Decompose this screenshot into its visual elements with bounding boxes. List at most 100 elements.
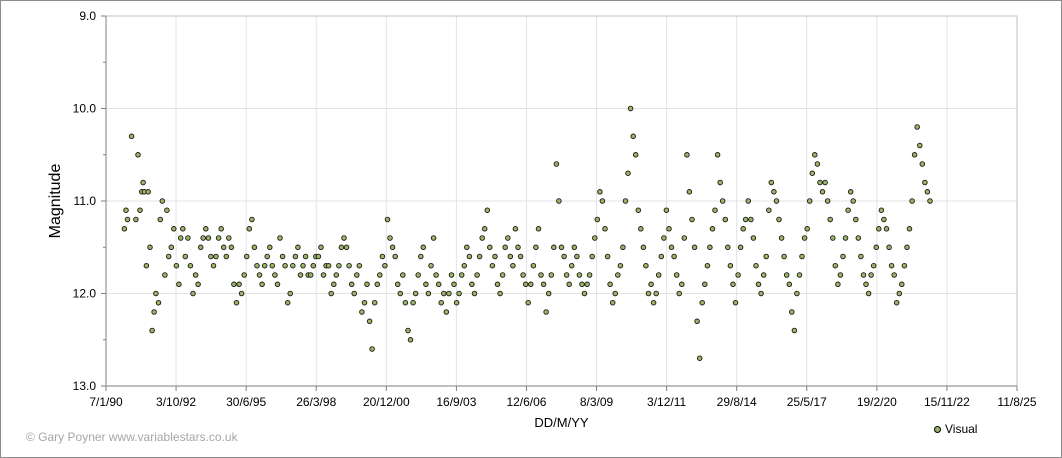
data-point	[707, 244, 713, 251]
data-point	[492, 253, 498, 260]
data-point	[904, 244, 910, 251]
data-point	[922, 179, 928, 186]
data-point	[497, 290, 503, 297]
data-point	[778, 235, 785, 241]
data-point	[451, 281, 457, 288]
data-point	[607, 281, 613, 288]
data-point	[369, 346, 375, 352]
data-point	[243, 253, 250, 260]
data-point	[581, 290, 588, 297]
data-point	[292, 253, 299, 260]
data-point	[617, 262, 624, 269]
data-point	[348, 281, 355, 288]
data-point	[620, 244, 626, 251]
data-point	[246, 226, 253, 232]
data-point	[592, 235, 598, 241]
data-point	[423, 281, 429, 288]
data-point	[927, 198, 933, 204]
data-point	[876, 226, 882, 232]
data-point	[282, 262, 288, 269]
data-point	[696, 355, 703, 361]
data-point	[433, 272, 439, 278]
data-point	[151, 309, 157, 315]
data-point	[760, 272, 767, 278]
x-tick-label: 3/10/92	[156, 395, 196, 409]
data-point	[307, 272, 314, 278]
data-point	[200, 235, 206, 241]
data-point	[171, 226, 177, 232]
data-point	[612, 290, 618, 297]
data-point	[228, 244, 235, 251]
data-point	[354, 272, 360, 278]
data-point	[135, 152, 141, 158]
data-point	[691, 244, 698, 251]
data-point	[494, 281, 501, 288]
data-point	[336, 262, 342, 269]
data-point	[676, 290, 682, 297]
data-point	[796, 272, 803, 278]
data-point	[899, 281, 905, 288]
data-point	[719, 198, 726, 204]
data-point	[865, 290, 872, 297]
data-point	[812, 152, 818, 158]
data-point	[579, 281, 585, 288]
data-point	[568, 262, 575, 269]
data-point	[520, 272, 526, 278]
data-point	[238, 290, 245, 297]
data-point	[394, 281, 401, 288]
data-point	[750, 235, 757, 241]
data-point	[686, 189, 693, 195]
data-point	[653, 290, 659, 297]
data-point	[461, 262, 468, 269]
data-point	[809, 170, 816, 176]
data-point	[538, 272, 544, 278]
x-tick-labels: 7/1/90 3/10/92 30/6/95 26/3/98 20/12/00 16/9/…	[89, 395, 1037, 409]
x-tick-label: 15/11/22	[924, 395, 970, 409]
data-point	[218, 226, 224, 232]
data-point	[187, 262, 194, 269]
data-point	[397, 290, 404, 297]
data-point	[781, 253, 787, 260]
data-point	[346, 262, 352, 269]
data-point	[428, 262, 434, 269]
data-point	[155, 299, 162, 306]
data-point	[551, 244, 557, 251]
data-point	[855, 235, 862, 241]
data-point	[159, 198, 166, 204]
data-point	[220, 244, 227, 251]
data-point	[553, 161, 560, 167]
data-point	[530, 262, 537, 269]
data-point	[364, 281, 370, 288]
data-point	[650, 299, 657, 306]
data-point	[684, 152, 690, 158]
data-point	[165, 253, 172, 260]
data-point	[543, 309, 549, 315]
data-point	[853, 216, 859, 223]
data-point	[264, 253, 270, 260]
x-tick-label: 7/1/90	[89, 395, 123, 409]
data-point	[415, 272, 421, 278]
data-point	[722, 216, 729, 223]
data-point	[176, 281, 182, 288]
data-point	[185, 235, 191, 241]
data-point	[341, 235, 347, 241]
x-tick-label: 8/3/09	[580, 395, 614, 409]
data-point	[231, 281, 237, 288]
x-tick-label: 30/6/95	[226, 395, 266, 409]
data-point	[786, 281, 793, 288]
data-point	[215, 235, 222, 241]
data-point	[658, 253, 665, 260]
data-point	[671, 253, 677, 260]
data-point	[371, 299, 378, 306]
data-point	[632, 152, 639, 158]
data-point	[366, 318, 373, 325]
x-tick-label: 12/6/06	[506, 395, 546, 409]
data-point	[208, 253, 214, 260]
data-point	[804, 226, 810, 232]
data-point	[712, 207, 718, 213]
data-point	[548, 272, 555, 278]
data-point	[911, 152, 918, 158]
x-tick-label: 20/12/00	[363, 395, 410, 409]
data-point	[870, 262, 877, 269]
y-tick-label: 12.0	[73, 287, 97, 301]
